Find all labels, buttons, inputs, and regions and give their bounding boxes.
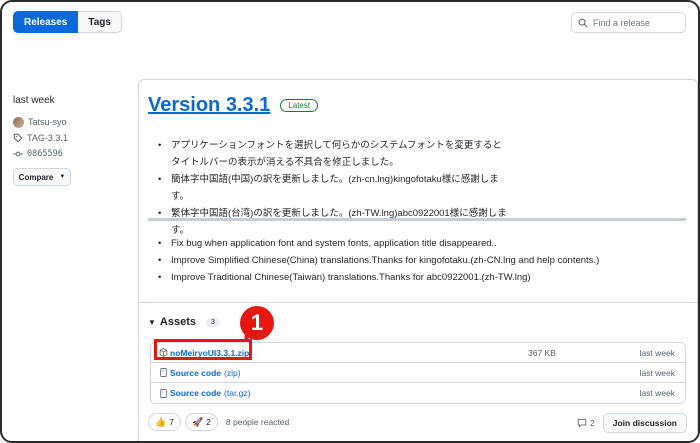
file-zip-icon: [160, 388, 167, 398]
discussion-area: 2 Join discussion: [577, 413, 687, 433]
assets-toggle[interactable]: ▼ Assets 3: [148, 316, 220, 328]
asset-date: last week: [639, 367, 675, 378]
asset-row-source-zip[interactable]: Source code (zip) last week: [151, 363, 685, 383]
thumbs-up-icon: 👍: [155, 416, 167, 427]
asset-link[interactable]: Source code: [170, 368, 221, 378]
file-zip-icon: [160, 368, 167, 377]
list-item: Improve Simplified Chinese(China) transl…: [158, 252, 651, 269]
section-divider: [139, 302, 697, 303]
window-frame: Releases Tags last week Tatsu-syo TAG-3.…: [0, 0, 700, 443]
chevron-down-icon: ▼: [59, 174, 66, 180]
asset-size: 367 KB: [528, 347, 556, 358]
asset-format[interactable]: (tar.gz): [224, 388, 250, 398]
commit-row[interactable]: 0865596: [13, 146, 123, 162]
commit-icon: [13, 151, 23, 157]
release-date: last week: [13, 95, 55, 106]
comment-icon: [577, 418, 587, 428]
reaction-count: 7: [169, 417, 174, 427]
list-item: 繁体字中国語(台湾)の訳を更新しました。(zh-TW.lng)abc092200…: [158, 205, 511, 239]
reaction-count: 2: [206, 417, 211, 427]
rocket-icon: 🚀: [191, 416, 204, 427]
notes-divider: [148, 218, 686, 221]
release-title[interactable]: Version 3.3.1: [148, 94, 270, 117]
search-input[interactable]: [593, 17, 683, 28]
asset-link[interactable]: noMeiryoUI3.3.1.zip: [170, 348, 249, 358]
asset-list: noMeiryoUI3.3.1.zip 367 KB last week Sou…: [150, 342, 686, 404]
asset-row-source-tar[interactable]: Source code (tar.gz) last week: [151, 383, 685, 403]
asset-date: last week: [639, 347, 675, 358]
assets-count: 3: [206, 317, 220, 327]
comment-count: 2: [590, 418, 595, 428]
asset-date: last week: [639, 388, 675, 398]
asset-row-zip[interactable]: noMeiryoUI3.3.1.zip 367 KB last week: [151, 343, 685, 363]
comments-link[interactable]: 2: [577, 418, 595, 428]
reaction-thumbs-up[interactable]: 👍 7: [148, 413, 181, 431]
asset-format[interactable]: (zip): [224, 368, 241, 378]
compare-label: Compare: [18, 172, 54, 182]
releases-tags-switch: Releases Tags: [13, 11, 122, 33]
release-meta: last week Tatsu-syo TAG-3.3.1 0865596 Co…: [13, 95, 123, 186]
search-icon: [578, 18, 588, 28]
list-item: 簡体字中国語(中国)の訳を更新しました。(zh-cn.lng)kingofota…: [158, 171, 511, 205]
reaction-rocket[interactable]: 🚀 2: [184, 413, 218, 431]
assets-heading: Assets: [159, 316, 196, 328]
list-item: Improve Traditional Chinese(Taiwan) tran…: [158, 269, 651, 286]
tags-tab[interactable]: Tags: [78, 11, 122, 33]
tag-icon: [13, 133, 23, 143]
list-item: アプリケーションフォントを選択して何らかのシステムフォントを変更するとタイトルバ…: [158, 137, 511, 171]
avatar: [13, 116, 24, 128]
tag-name[interactable]: TAG-3.3.1: [27, 133, 68, 143]
join-discussion-button[interactable]: Join discussion: [602, 413, 687, 433]
latest-badge: Latest: [280, 99, 319, 112]
triangle-down-icon: ▼: [148, 317, 156, 327]
reactions-bar: 👍 7 🚀 2 8 people reacted: [148, 413, 289, 431]
commit-sha[interactable]: 0865596: [27, 149, 63, 159]
tag-row[interactable]: TAG-3.3.1: [13, 130, 123, 146]
releases-tab[interactable]: Releases: [13, 11, 79, 33]
author-name[interactable]: Tatsu-syo: [28, 117, 67, 127]
release-header: Version 3.3.1 Latest: [148, 94, 319, 117]
annotation-step-badge: 1: [240, 306, 274, 340]
release-card: Version 3.3.1 Latest アプリケーションフォントを選択して何ら…: [138, 79, 698, 441]
list-item: Fix bug when application font and system…: [158, 235, 651, 252]
asset-link[interactable]: Source code: [170, 388, 221, 398]
reactions-summary: 8 people reacted: [225, 417, 290, 427]
release-notes-en: Fix bug when application font and system…: [158, 235, 651, 286]
compare-button[interactable]: Compare ▼: [13, 168, 71, 186]
find-release-search[interactable]: [571, 12, 686, 33]
author-row[interactable]: Tatsu-syo: [13, 114, 123, 130]
release-notes-ja: アプリケーションフォントを選択して何らかのシステムフォントを変更するとタイトルバ…: [158, 137, 511, 239]
package-icon: [159, 348, 168, 357]
